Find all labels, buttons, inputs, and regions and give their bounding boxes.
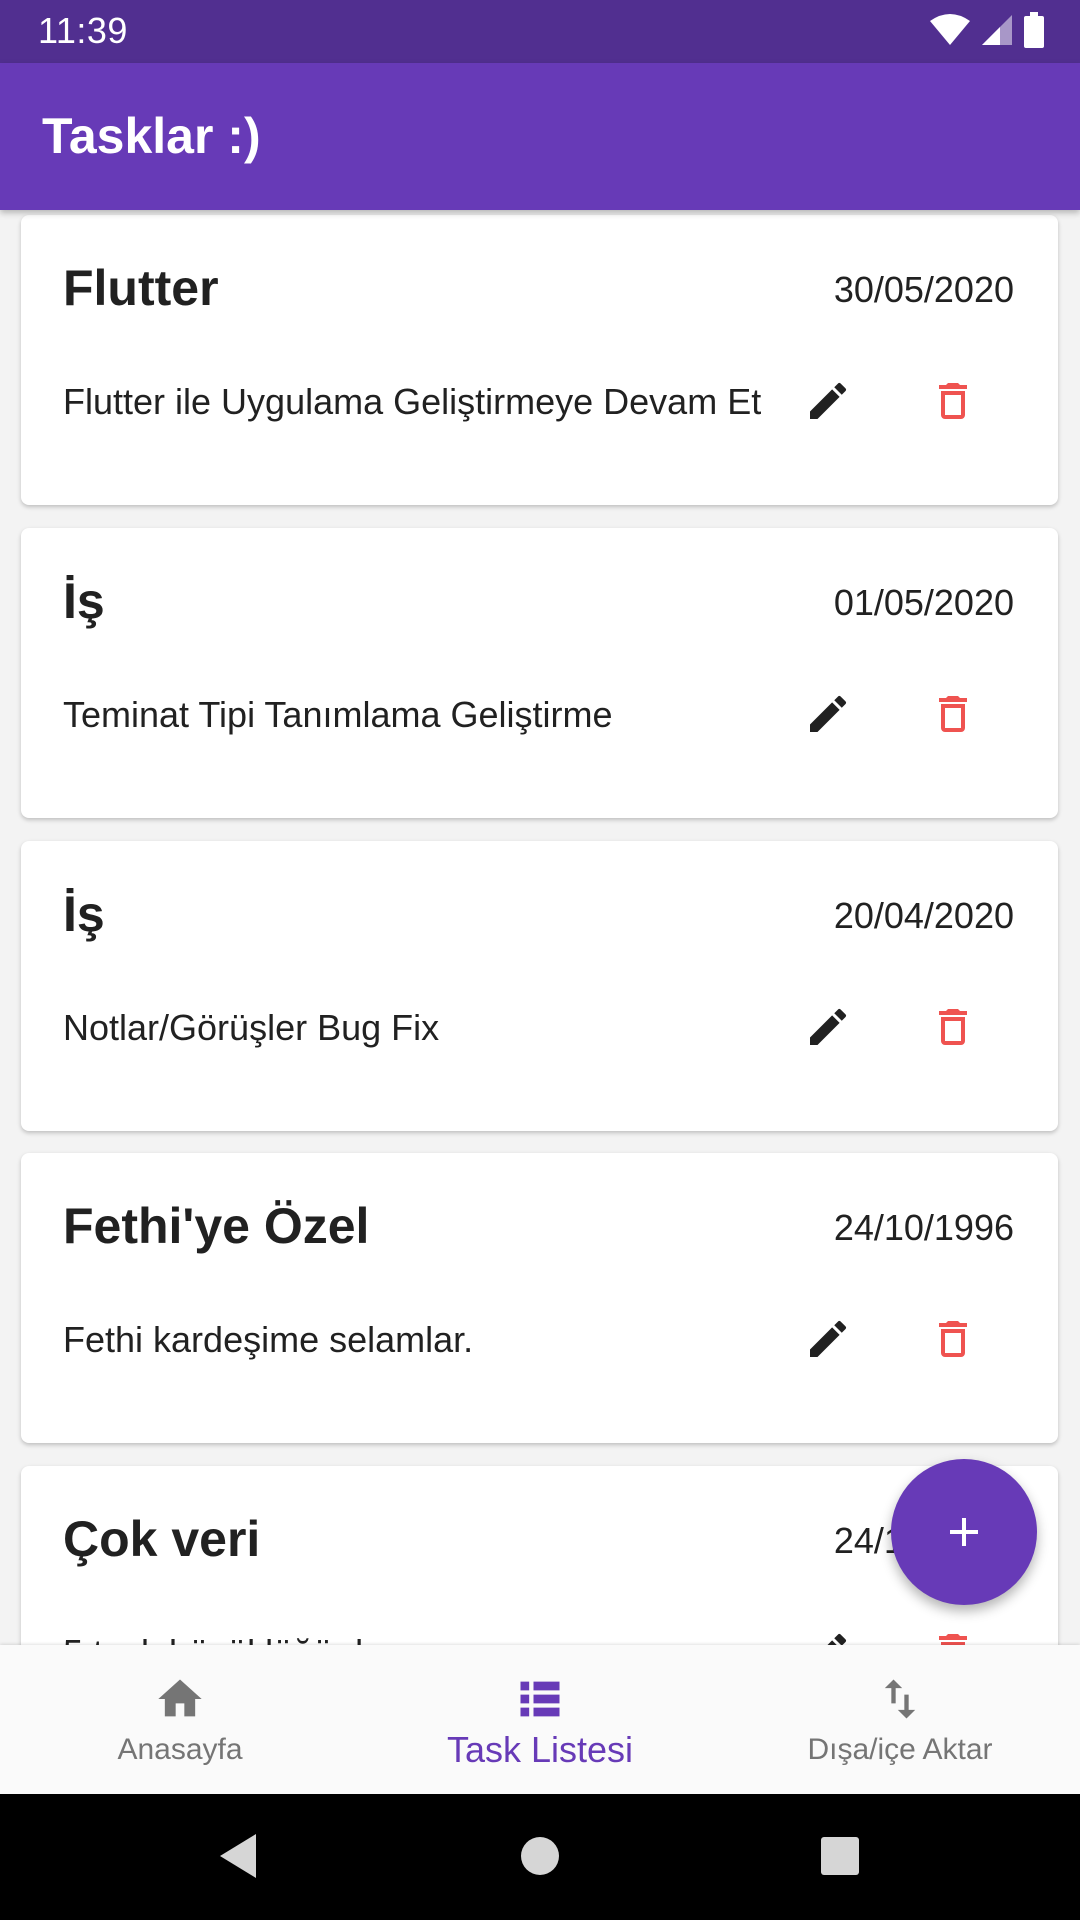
task-title: İş xyxy=(63,886,105,942)
delete-button[interactable] xyxy=(913,1612,993,1645)
pencil-icon xyxy=(810,1320,847,1357)
pencil-icon xyxy=(810,695,847,732)
delete-button[interactable] xyxy=(913,987,993,1067)
nav-label: Anasayfa xyxy=(117,1733,243,1766)
task-date: 20/04/2020 xyxy=(833,895,1014,936)
task-description: Teminat Tipi Tanımlama Geliştirme xyxy=(63,694,613,735)
plus-icon xyxy=(950,1518,978,1546)
trash-icon xyxy=(939,1321,967,1357)
task-date: 30/05/2020 xyxy=(833,269,1014,310)
delete-button[interactable] xyxy=(913,361,993,441)
task-card[interactable]: Flutter 30/05/2020 Flutter ile Uygulama … xyxy=(21,215,1058,505)
edit-button[interactable] xyxy=(788,987,868,1067)
edit-button[interactable] xyxy=(788,361,868,441)
edit-button[interactable] xyxy=(788,1299,868,1379)
delete-button[interactable] xyxy=(913,1299,993,1379)
task-card[interactable]: İş 20/04/2020 Notlar/Görüşler Bug Fix xyxy=(21,841,1058,1131)
recents-icon[interactable] xyxy=(818,1830,862,1887)
nav-item-disa-ice-aktar[interactable]: Dışa/içe Aktar xyxy=(720,1645,1080,1794)
status-icons xyxy=(930,12,1044,53)
signal-icon xyxy=(980,13,1014,52)
status-bar: 11:39 xyxy=(0,0,1080,63)
trash-icon xyxy=(939,383,967,419)
edit-button[interactable] xyxy=(788,674,868,754)
task-title: İş xyxy=(63,573,105,629)
task-title: Fethi'ye Özel xyxy=(63,1198,370,1254)
home-icon xyxy=(154,1673,206,1725)
task-title: Çok veri xyxy=(63,1511,261,1567)
add-task-button[interactable] xyxy=(891,1459,1037,1605)
task-description: Flutter ile Uygulama Geliştirmeye Devam … xyxy=(63,381,762,422)
task-date: 24/10/1996 xyxy=(833,1207,1014,1248)
pencil-icon xyxy=(810,1008,847,1045)
task-date: 01/05/2020 xyxy=(833,582,1014,623)
trash-icon xyxy=(939,696,967,732)
task-title: Flutter xyxy=(63,260,219,316)
trash-icon xyxy=(939,1009,967,1045)
delete-button[interactable] xyxy=(913,674,993,754)
nav-item-anasayfa[interactable]: Anasayfa xyxy=(0,1645,360,1794)
battery-icon xyxy=(1024,12,1044,53)
pencil-icon xyxy=(827,1633,847,1645)
edit-button[interactable] xyxy=(788,1612,868,1645)
home-circle-icon[interactable] xyxy=(518,1830,562,1887)
task-card[interactable]: Fethi'ye Özel 24/10/1996 Fethi kardeşime… xyxy=(21,1153,1058,1443)
wifi-icon xyxy=(930,13,970,52)
task-description: Notlar/Görüşler Bug Fix xyxy=(63,1007,440,1048)
trash-icon xyxy=(939,1634,967,1645)
app-bar: Tasklar :) xyxy=(0,63,1080,210)
status-time: 11:39 xyxy=(38,10,128,51)
task-description: 5 task büyüklüğü deneme xyxy=(63,1632,473,1645)
list-icon xyxy=(514,1673,566,1725)
page-title: Tasklar :) xyxy=(42,108,261,164)
system-navigation-bar xyxy=(0,1794,1080,1920)
import-export-icon xyxy=(874,1673,926,1725)
bottom-navigation: Anasayfa Task Listesi Dışa/içe Aktar xyxy=(0,1645,1080,1794)
nav-label: Dışa/içe Aktar xyxy=(807,1733,993,1766)
pencil-icon xyxy=(810,382,847,419)
back-icon[interactable] xyxy=(216,1830,260,1887)
task-list[interactable]: Flutter 30/05/2020 Flutter ile Uygulama … xyxy=(0,210,1080,1645)
task-card[interactable]: İş 01/05/2020 Teminat Tipi Tanımlama Gel… xyxy=(21,528,1058,818)
task-description: Fethi kardeşime selamlar. xyxy=(63,1319,474,1360)
nav-item-task-listesi[interactable]: Task Listesi xyxy=(360,1645,720,1794)
nav-label: Task Listesi xyxy=(446,1729,634,1770)
